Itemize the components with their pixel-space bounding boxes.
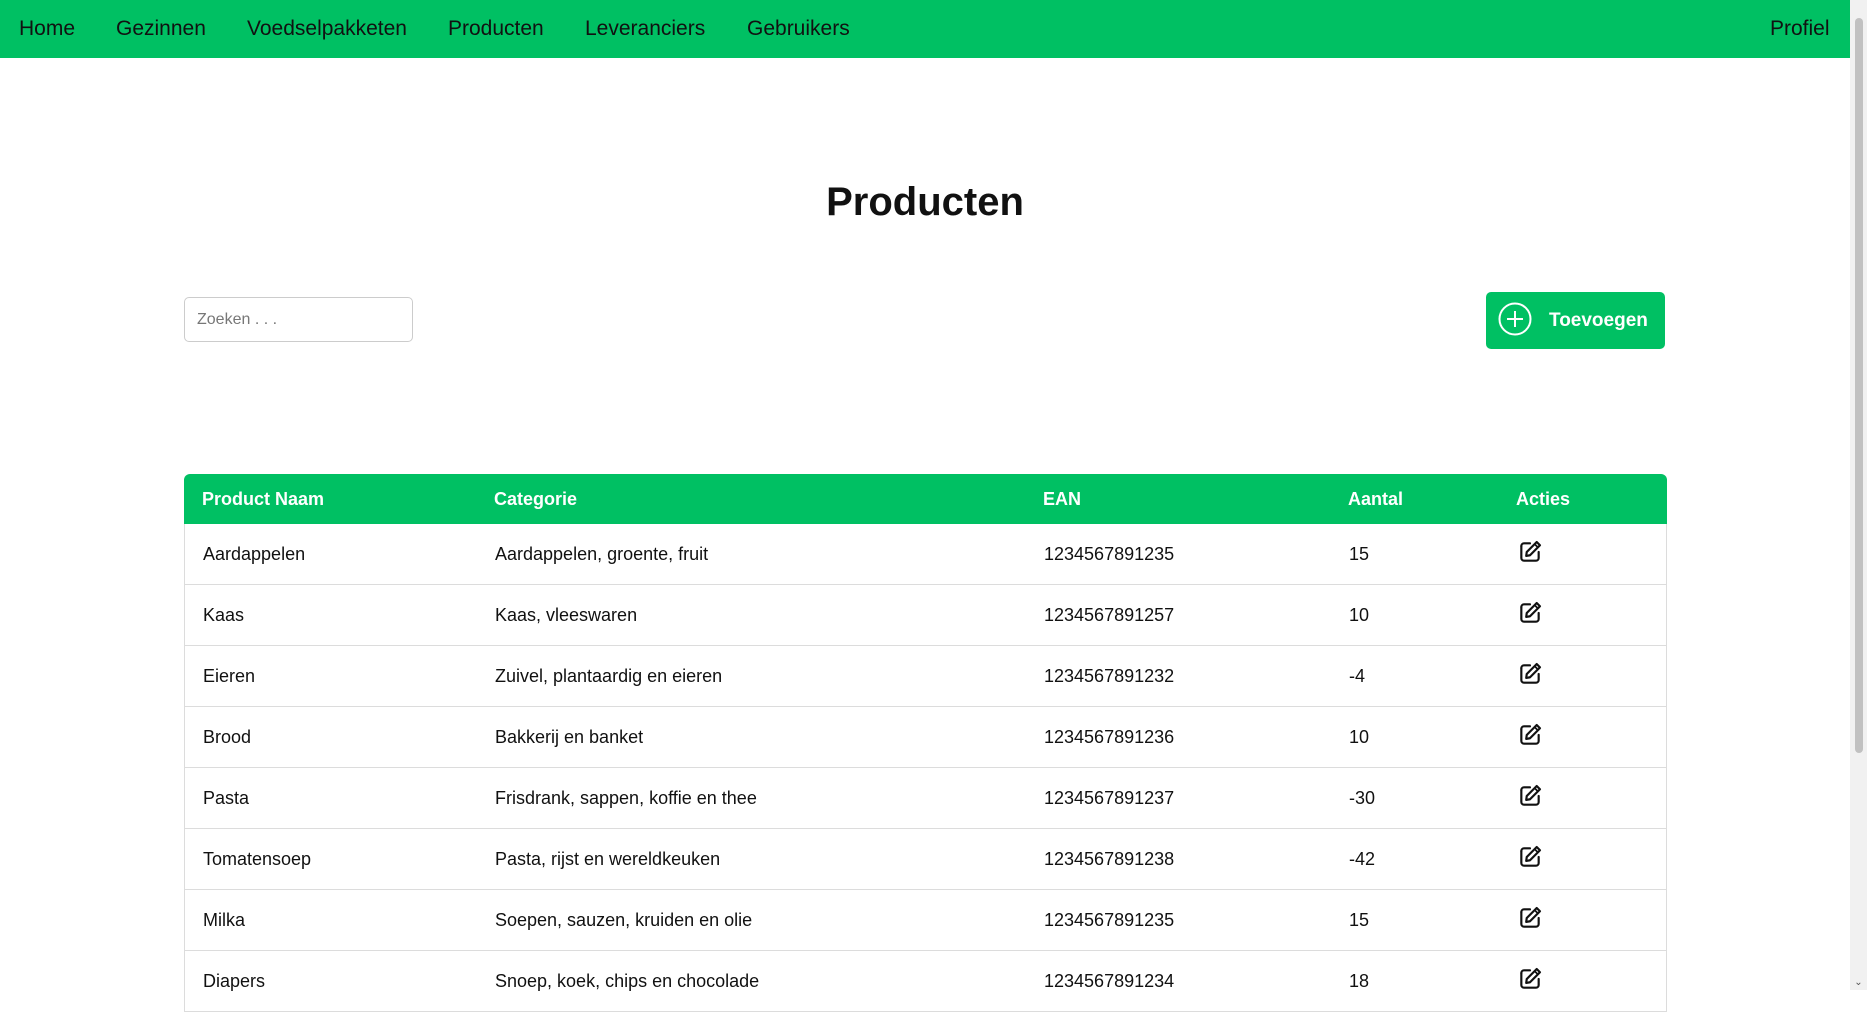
column-header-acties: Acties — [1516, 489, 1571, 509]
nav-item-home[interactable]: Home — [19, 16, 75, 41]
table-header: Product Naam Categorie EAN Aantal Acties — [184, 474, 1667, 524]
cell-product-name: Pasta — [203, 788, 250, 808]
cell-category: Soepen, sauzen, kruiden en olie — [495, 910, 753, 930]
cell-ean: 1234567891235 — [1044, 910, 1175, 930]
cell-category: Frisdrank, sappen, koffie en thee — [495, 788, 757, 808]
cell-product-name: Kaas — [203, 605, 245, 625]
nav-item-gezinnen[interactable]: Gezinnen — [116, 16, 206, 41]
cell-product-name: Tomatensoep — [203, 849, 312, 869]
nav-item-leveranciers[interactable]: Leveranciers — [585, 16, 705, 41]
scrollbar-thumb[interactable] — [1855, 18, 1863, 753]
cell-product-name: Brood — [203, 727, 252, 747]
nav-item-voedselpakketen[interactable]: Voedselpakketen — [247, 16, 407, 41]
nav-item-gebruikers[interactable]: Gebruikers — [747, 16, 850, 41]
cell-ean: 1234567891257 — [1044, 605, 1175, 625]
cell-amount: -30 — [1349, 788, 1376, 808]
edit-icon[interactable] — [1517, 966, 1543, 992]
cell-amount: 15 — [1349, 544, 1370, 564]
edit-icon[interactable] — [1517, 722, 1543, 748]
cell-amount: 18 — [1349, 971, 1370, 991]
column-header-ean: EAN — [1043, 489, 1082, 509]
cell-product-name: Eieren — [203, 666, 256, 686]
cell-category: Kaas, vleeswaren — [495, 605, 638, 625]
add-button[interactable]: Toevoegen — [1486, 292, 1665, 349]
edit-icon[interactable] — [1517, 661, 1543, 687]
add-button-label: Toevoegen — [1549, 310, 1648, 331]
column-header-aantal: Aantal — [1348, 489, 1404, 509]
table-row: Kaas Kaas, vleeswaren 1234567891257 10 — [185, 584, 1666, 645]
table-row: Pasta Frisdrank, sappen, koffie en thee … — [185, 767, 1666, 828]
scroll-down-arrow-icon[interactable]: ⌄ — [1853, 977, 1864, 988]
edit-icon[interactable] — [1517, 905, 1543, 931]
cell-product-name: Milka — [203, 910, 246, 930]
cell-category: Pasta, rijst en wereldkeuken — [495, 849, 721, 869]
page-title: Producten — [826, 180, 1024, 224]
cell-category: Aardappelen, groente, fruit — [495, 544, 709, 564]
table-row: Milka Soepen, sauzen, kruiden en olie 12… — [185, 889, 1666, 950]
cell-ean: 1234567891234 — [1044, 971, 1175, 991]
table-body: Aardappelen Aardappelen, groente, fruit … — [185, 524, 1666, 1011]
table-row: Aardappelen Aardappelen, groente, fruit … — [185, 524, 1666, 584]
edit-icon[interactable] — [1517, 844, 1543, 870]
cell-amount: 10 — [1349, 727, 1370, 747]
cell-amount: -42 — [1349, 849, 1376, 869]
cell-ean: 1234567891235 — [1044, 544, 1175, 564]
table-row: Brood Bakkerij en banket 1234567891236 1… — [185, 706, 1666, 767]
edit-icon[interactable] — [1517, 783, 1543, 809]
cell-category: Bakkerij en banket — [495, 727, 644, 747]
nav-item-profiel[interactable]: Profiel — [1770, 16, 1830, 41]
plus-circle-icon — [1498, 302, 1532, 336]
cell-category: Snoep, koek, chips en chocolade — [495, 971, 760, 991]
cell-product-name: Aardappelen — [203, 544, 306, 564]
top-navbar: Home Gezinnen Voedselpakketen Producten … — [0, 0, 1850, 58]
cell-amount: 10 — [1349, 605, 1370, 625]
cell-amount: -4 — [1349, 666, 1366, 686]
vertical-scrollbar[interactable]: ⌄ — [1850, 0, 1867, 990]
cell-ean: 1234567891238 — [1044, 849, 1175, 869]
cell-ean: 1234567891236 — [1044, 727, 1175, 747]
cell-ean: 1234567891232 — [1044, 666, 1175, 686]
edit-icon[interactable] — [1517, 539, 1543, 565]
cell-category: Zuivel, plantaardig en eieren — [495, 666, 723, 686]
nav-item-producten[interactable]: Producten — [448, 16, 544, 41]
table-row: Tomatensoep Pasta, rijst en wereldkeuken… — [185, 828, 1666, 889]
products-table: Product Naam Categorie EAN Aantal Acties… — [184, 474, 1667, 1012]
search-input[interactable] — [184, 297, 413, 342]
cell-ean: 1234567891237 — [1044, 788, 1175, 808]
cell-amount: 15 — [1349, 910, 1370, 930]
column-header-categorie: Categorie — [494, 489, 578, 509]
table-row: Eieren Zuivel, plantaardig en eieren 123… — [185, 645, 1666, 706]
column-header-product-naam: Product Naam — [202, 489, 325, 509]
table-row: Diapers Snoep, koek, chips en chocolade … — [185, 950, 1666, 1011]
edit-icon[interactable] — [1517, 600, 1543, 626]
cell-product-name: Diapers — [203, 971, 266, 991]
